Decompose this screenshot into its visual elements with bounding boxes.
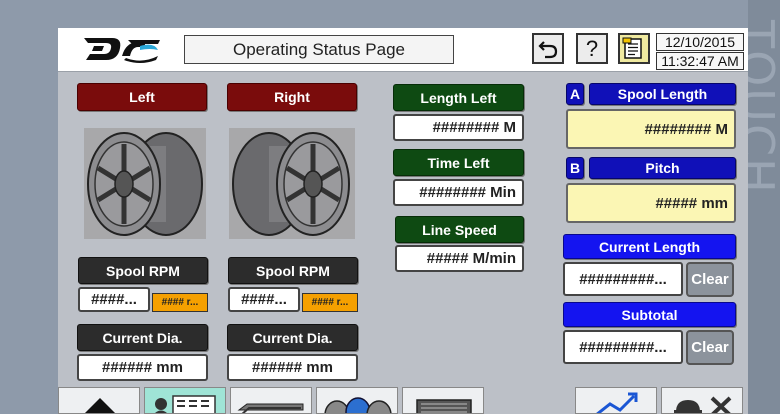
help-button[interactable]: ? — [576, 33, 608, 64]
nav-spools-button[interactable] — [316, 387, 398, 414]
b-tag: B — [566, 157, 584, 179]
nav-maintenance-button[interactable] — [661, 387, 743, 414]
pitch-label: Pitch — [589, 157, 736, 179]
company-logo — [84, 38, 160, 63]
spool-length-field[interactable]: ######## M — [566, 109, 736, 149]
current-length-label: Current Length — [563, 234, 736, 259]
help-label: ? — [585, 35, 599, 61]
home-icon — [85, 398, 115, 413]
operator-panel-icon — [155, 395, 216, 413]
right-current-dia-field[interactable]: ###### mm — [227, 354, 358, 381]
header-bar: Operating Status Page ? 12/10/2015 11:32… — [58, 28, 748, 72]
length-left-label: Length Left — [393, 84, 524, 111]
line-speed-field[interactable]: ##### M/min — [395, 245, 524, 272]
nav-home-button[interactable] — [58, 387, 140, 414]
nav-trend-button[interactable] — [575, 387, 657, 414]
right-spool-rpm-field[interactable]: ####... — [228, 287, 300, 312]
pitch-field[interactable]: ##### mm — [566, 183, 736, 223]
nav-motor-button[interactable] — [402, 387, 484, 414]
time-left-label: Time Left — [393, 149, 524, 176]
left-current-dia-label: Current Dia. — [77, 324, 208, 351]
left-current-dia-field[interactable]: ###### mm — [77, 354, 208, 381]
right-title: Right — [227, 83, 357, 111]
spool-right-icon — [232, 132, 350, 236]
spools-icon — [324, 397, 392, 413]
notes-button[interactable] — [618, 33, 650, 64]
line-speed-label: Line Speed — [395, 216, 524, 243]
left-title: Left — [77, 83, 207, 111]
machine-icon — [237, 403, 304, 413]
right-spool-rpm-badge: #### r... — [302, 293, 358, 312]
undo-button[interactable] — [532, 33, 564, 64]
spool-left-icon — [87, 132, 203, 236]
length-left-field[interactable]: ######## M — [393, 114, 524, 141]
nav-operator-panel-button[interactable] — [144, 387, 226, 414]
hmi-screen: Operating Status Page ? 12/10/2015 11:32… — [58, 28, 748, 414]
date-display: 12/10/2015 — [656, 33, 744, 51]
left-spool-rpm-field[interactable]: ####... — [78, 287, 150, 312]
time-left-field[interactable]: ######## Min — [393, 179, 524, 206]
bezel-touch-text: TOUCH — [730, 20, 780, 195]
clear-current-length-button[interactable]: Clear — [686, 262, 734, 297]
current-length-field[interactable]: #########... — [563, 262, 683, 296]
notes-icon — [622, 37, 642, 59]
nav-machine-button[interactable] — [230, 387, 312, 414]
undo-icon — [538, 40, 558, 58]
motor-icon — [416, 399, 472, 413]
right-current-dia-label: Current Dia. — [227, 324, 358, 351]
maintenance-icon — [674, 396, 732, 413]
right-spool-rpm-label: Spool RPM — [228, 257, 358, 284]
subtotal-label: Subtotal — [563, 302, 736, 327]
trend-icon — [596, 392, 638, 413]
clear-subtotal-button[interactable]: Clear — [686, 330, 734, 365]
page-title: Operating Status Page — [184, 35, 454, 64]
left-spool-rpm-label: Spool RPM — [78, 257, 208, 284]
right-spool-image — [229, 128, 355, 239]
spool-length-label: Spool Length — [589, 83, 736, 105]
subtotal-field[interactable]: #########... — [563, 330, 683, 364]
left-spool-image — [84, 128, 206, 239]
left-spool-rpm-badge: #### r... — [152, 293, 208, 312]
time-display: 11:32:47 AM — [656, 52, 744, 70]
a-tag: A — [566, 83, 584, 105]
